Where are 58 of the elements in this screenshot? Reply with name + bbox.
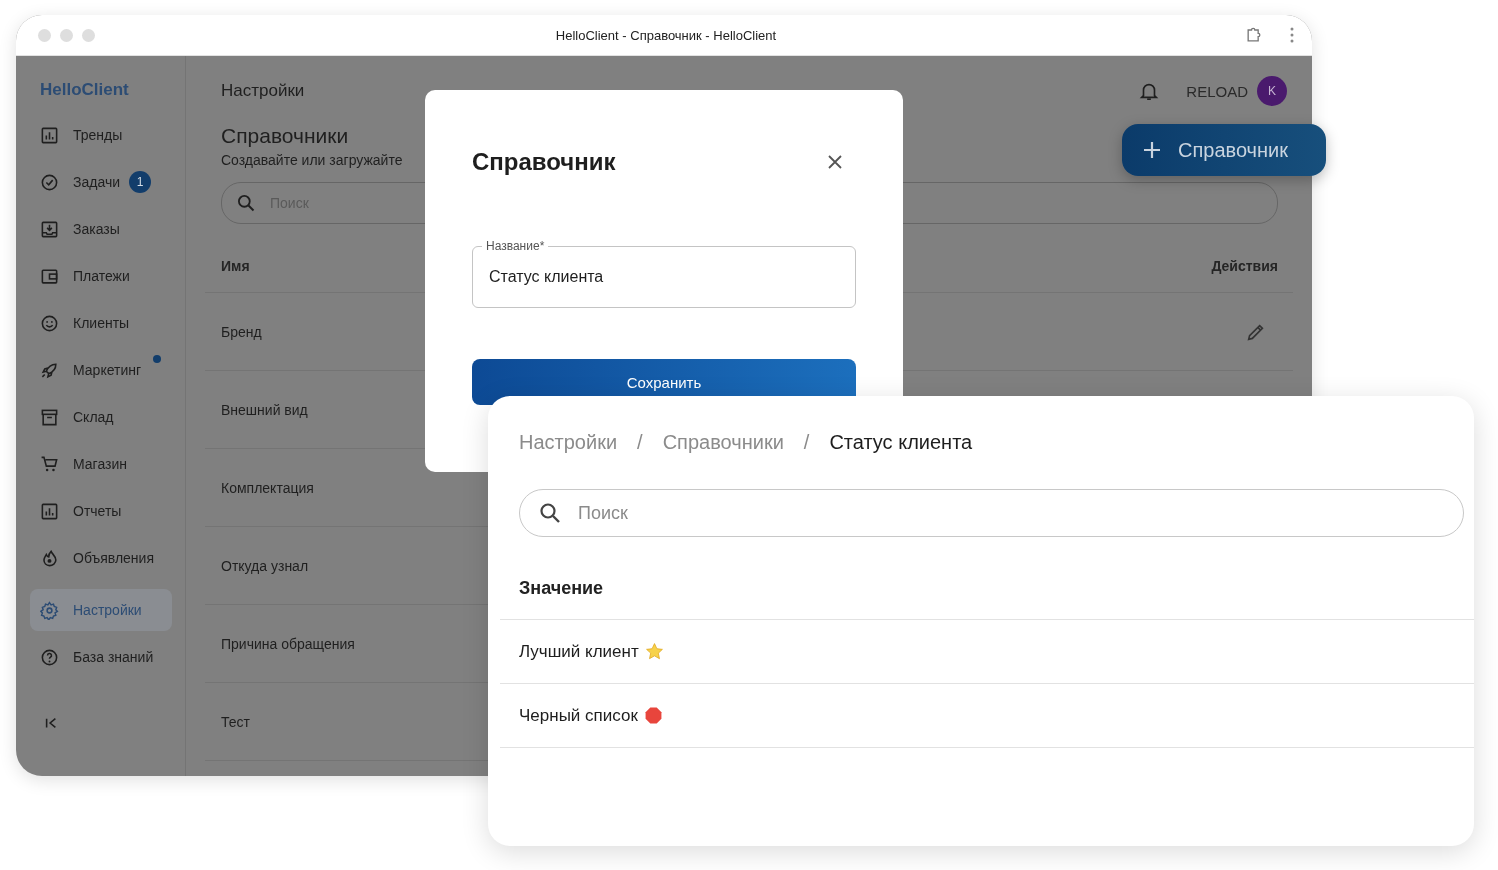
avatar[interactable]: K bbox=[1257, 76, 1287, 106]
sidebar-item[interactable]: База знаний bbox=[30, 636, 172, 678]
breadcrumb: Статус клиента bbox=[829, 430, 973, 454]
logo: HelloClient bbox=[40, 80, 129, 100]
flame-icon bbox=[40, 548, 59, 568]
sidebar-item[interactable]: Заказы bbox=[30, 208, 172, 250]
count-badge: 1 bbox=[129, 171, 151, 193]
breadcrumb[interactable]: Настройки bbox=[519, 430, 618, 454]
add-button[interactable]: Справочник bbox=[1122, 124, 1326, 176]
bar-chart-icon bbox=[40, 501, 59, 521]
cart-icon bbox=[40, 454, 59, 474]
help-icon bbox=[40, 647, 59, 667]
table-cell: Тест bbox=[221, 713, 250, 730]
breadcrumb[interactable]: Справочники bbox=[662, 430, 784, 454]
search-icon bbox=[236, 193, 256, 213]
bar-chart-icon bbox=[40, 125, 59, 145]
table-cell: Лучший клиент bbox=[519, 641, 639, 662]
close-icon[interactable] bbox=[827, 154, 843, 170]
column-header: Значение bbox=[519, 577, 604, 599]
page-subtitle: Создавайте или загружайте bbox=[221, 152, 403, 168]
sidebar-item[interactable]: Отчеты bbox=[30, 490, 172, 532]
breadcrumb-separator: / bbox=[637, 430, 643, 454]
sidebar-item[interactable]: Тренды bbox=[30, 114, 172, 156]
star-icon bbox=[644, 642, 664, 661]
settings-icon bbox=[40, 600, 59, 620]
plus-icon bbox=[1142, 140, 1162, 160]
inbox-icon bbox=[40, 219, 59, 239]
table-cell: Откуда узнал bbox=[221, 557, 309, 574]
sidebar-item[interactable]: Настройки bbox=[30, 589, 172, 631]
sidebar-item[interactable]: Объявления bbox=[30, 537, 172, 579]
table-cell: Бренд bbox=[221, 323, 262, 340]
page-header-title: Настройки bbox=[221, 81, 305, 101]
page-title: Справочники bbox=[221, 124, 349, 148]
check-circle-icon bbox=[40, 172, 59, 192]
sidebar-item[interactable]: Клиенты bbox=[30, 302, 172, 344]
user-name[interactable]: RELOAD bbox=[1186, 82, 1248, 100]
archive-icon bbox=[40, 407, 59, 427]
table-cell: Черный список bbox=[519, 705, 638, 726]
smiley-icon bbox=[40, 313, 59, 333]
sidebar-item[interactable]: Маркетинг bbox=[30, 349, 172, 391]
table-cell: Причина обращения bbox=[221, 635, 355, 652]
sidebar-item[interactable]: Задачи 1 bbox=[30, 161, 172, 203]
more-icon[interactable] bbox=[1290, 27, 1294, 43]
collapse-icon[interactable] bbox=[44, 716, 58, 730]
rocket-icon bbox=[40, 360, 59, 380]
dialog-title: Справочник bbox=[472, 148, 616, 176]
column-header: Действия bbox=[1211, 258, 1278, 274]
sidebar-item[interactable]: Магазин bbox=[30, 443, 172, 485]
sidebar-item[interactable]: Платежи bbox=[30, 255, 172, 297]
window-title: HelloClient - Справочник - HelloClient bbox=[554, 27, 778, 43]
table-cell: Внешний вид bbox=[221, 401, 308, 418]
column-header: Имя bbox=[221, 258, 250, 274]
sidebar-item[interactable]: Склад bbox=[30, 396, 172, 438]
wallet-icon bbox=[40, 266, 59, 286]
breadcrumb-separator: / bbox=[803, 430, 810, 454]
search-icon bbox=[538, 501, 562, 525]
table-cell: Комплектация bbox=[221, 479, 314, 496]
stop-sign-icon bbox=[643, 706, 663, 725]
